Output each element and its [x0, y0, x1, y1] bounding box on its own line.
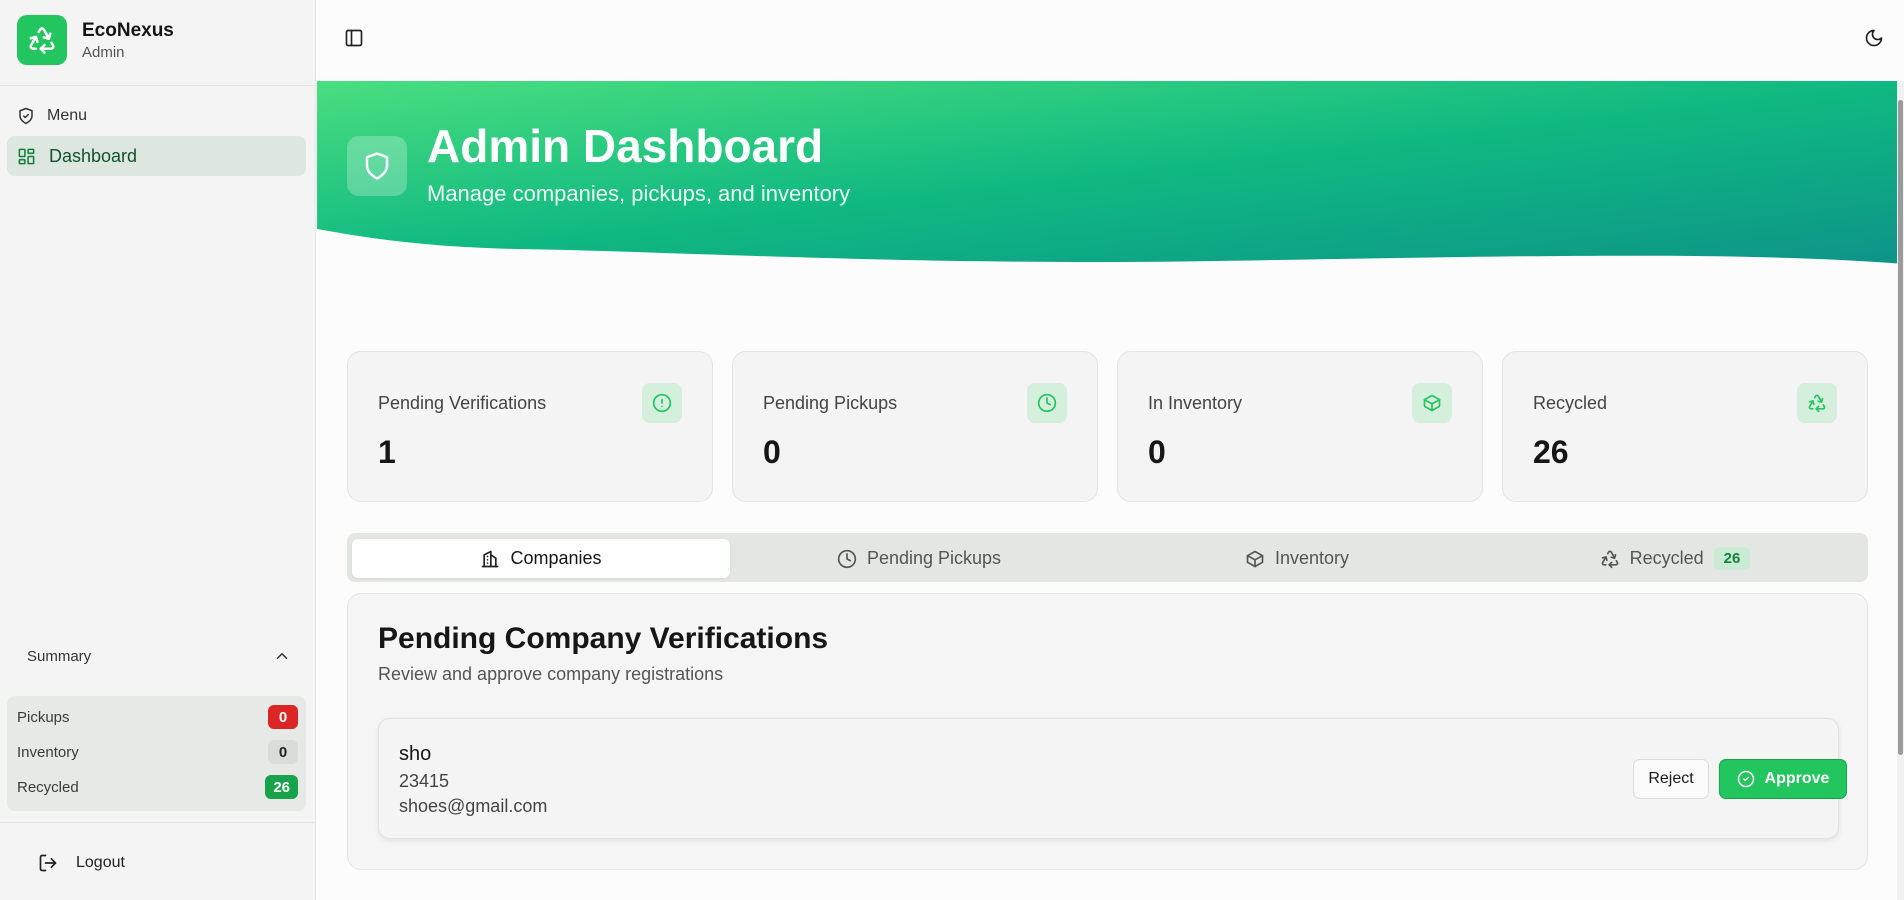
- alert-circle-icon: [642, 383, 682, 423]
- page-title: Admin Dashboard: [427, 120, 824, 172]
- approve-button[interactable]: Approve: [1719, 759, 1847, 799]
- brand-name: EcoNexus: [82, 20, 174, 41]
- tab-inventory[interactable]: Inventory: [1108, 539, 1486, 578]
- logout-icon: [38, 853, 58, 873]
- inventory-count-badge: 0: [268, 740, 298, 764]
- stat-card-recycled: Recycled 26: [1502, 351, 1868, 502]
- clock-icon: [1027, 383, 1067, 423]
- summary-toggle[interactable]: Summary: [17, 644, 297, 668]
- panel-title: Pending Company Verifications: [378, 622, 829, 655]
- clock-icon: [837, 549, 857, 569]
- sidebar: EcoNexus Admin Menu Dashboard Summary Pi…: [0, 0, 316, 900]
- stat-label: Pending Pickups: [763, 393, 898, 413]
- logout-button[interactable]: Logout: [38, 853, 125, 873]
- sidebar-item-dashboard[interactable]: Dashboard: [7, 136, 306, 176]
- brand-header: EcoNexus Admin: [0, 0, 316, 86]
- stat-label: Pending Verifications: [378, 393, 547, 413]
- company-name: sho: [399, 743, 432, 765]
- panel-left-icon: [344, 28, 366, 48]
- tab-label: Companies: [510, 548, 602, 568]
- company-email: shoes@gmail.com: [399, 796, 548, 816]
- stat-value: 26: [1533, 434, 1569, 470]
- stat-card-in-inventory: In Inventory 0: [1117, 351, 1483, 502]
- sidebar-item-label: Dashboard: [49, 145, 138, 166]
- stat-card-pending-pickups: Pending Pickups 0: [732, 351, 1098, 502]
- scrollbar-thumb[interactable]: [1898, 100, 1903, 755]
- tab-recycled[interactable]: Recycled 26: [1486, 539, 1864, 578]
- recycle-icon: [1600, 549, 1620, 569]
- tab-companies[interactable]: Companies: [352, 539, 730, 578]
- page-subtitle: Manage companies, pickups, and inventory: [427, 181, 851, 206]
- check-circle-icon: [1737, 770, 1755, 788]
- sidebar-toggle-button[interactable]: [344, 28, 366, 50]
- panel-subtitle: Review and approve company registrations: [378, 664, 724, 684]
- stat-label: In Inventory: [1148, 393, 1243, 413]
- tab-pending-pickups[interactable]: Pending Pickups: [730, 539, 1108, 578]
- shield-icon: [347, 136, 407, 196]
- layout-grid-icon: [17, 147, 36, 166]
- dashboard-tabs: Companies Pending Pickups Inventory Recy…: [347, 533, 1868, 582]
- hero-banner: Admin Dashboard Manage companies, pickup…: [317, 81, 1904, 276]
- recycled-tab-badge: 26: [1713, 547, 1751, 570]
- reject-button[interactable]: Reject: [1633, 759, 1709, 799]
- company-card: sho 23415 shoes@gmail.com Reject Approve: [378, 718, 1847, 839]
- recycle-icon: [1797, 383, 1837, 423]
- recycle-icon: [17, 15, 67, 65]
- summary-row-inventory: Inventory 0: [17, 739, 298, 765]
- chevron-up-icon: [273, 647, 291, 665]
- tab-label: Inventory: [1274, 548, 1350, 568]
- sidebar-footer: Logout: [0, 822, 316, 900]
- package-icon: [1245, 549, 1265, 569]
- summary-panel: Pickups 0 Inventory 0 Recycled 26: [7, 696, 306, 811]
- approve-label: Approve: [1764, 770, 1830, 787]
- summary-title: Summary: [27, 647, 92, 665]
- company-registration: 23415: [399, 771, 450, 791]
- summary-row-label: Pickups: [17, 708, 70, 726]
- hero-background: [317, 81, 1904, 264]
- tab-label: Pending Pickups: [866, 548, 1002, 568]
- summary-row-recycled: Recycled 26: [17, 774, 298, 800]
- summary-row-pickups: Pickups 0: [17, 704, 298, 730]
- pending-verifications-panel: Pending Company Verifications Review and…: [347, 593, 1868, 870]
- tab-label: Recycled: [1629, 548, 1704, 568]
- package-icon: [1412, 383, 1452, 423]
- stat-value: 1: [378, 434, 396, 470]
- logout-label: Logout: [76, 854, 125, 871]
- recycled-count-badge: 26: [265, 775, 298, 799]
- shield-check-icon: [17, 107, 35, 125]
- moon-icon: [1864, 28, 1886, 48]
- menu-label-text: Menu: [47, 107, 88, 124]
- stat-value: 0: [1148, 434, 1166, 470]
- stat-card-pending-verifications: Pending Verifications 1: [347, 351, 713, 502]
- building-icon: [480, 549, 500, 569]
- menu-section-label: Menu: [17, 105, 87, 127]
- stat-label: Recycled: [1533, 393, 1608, 413]
- summary-row-label: Recycled: [17, 778, 79, 796]
- theme-toggle-button[interactable]: [1864, 28, 1886, 50]
- summary-row-label: Inventory: [17, 743, 79, 761]
- stat-value: 0: [763, 434, 781, 470]
- pickups-count-badge: 0: [268, 705, 298, 729]
- brand-role: Admin: [82, 44, 125, 61]
